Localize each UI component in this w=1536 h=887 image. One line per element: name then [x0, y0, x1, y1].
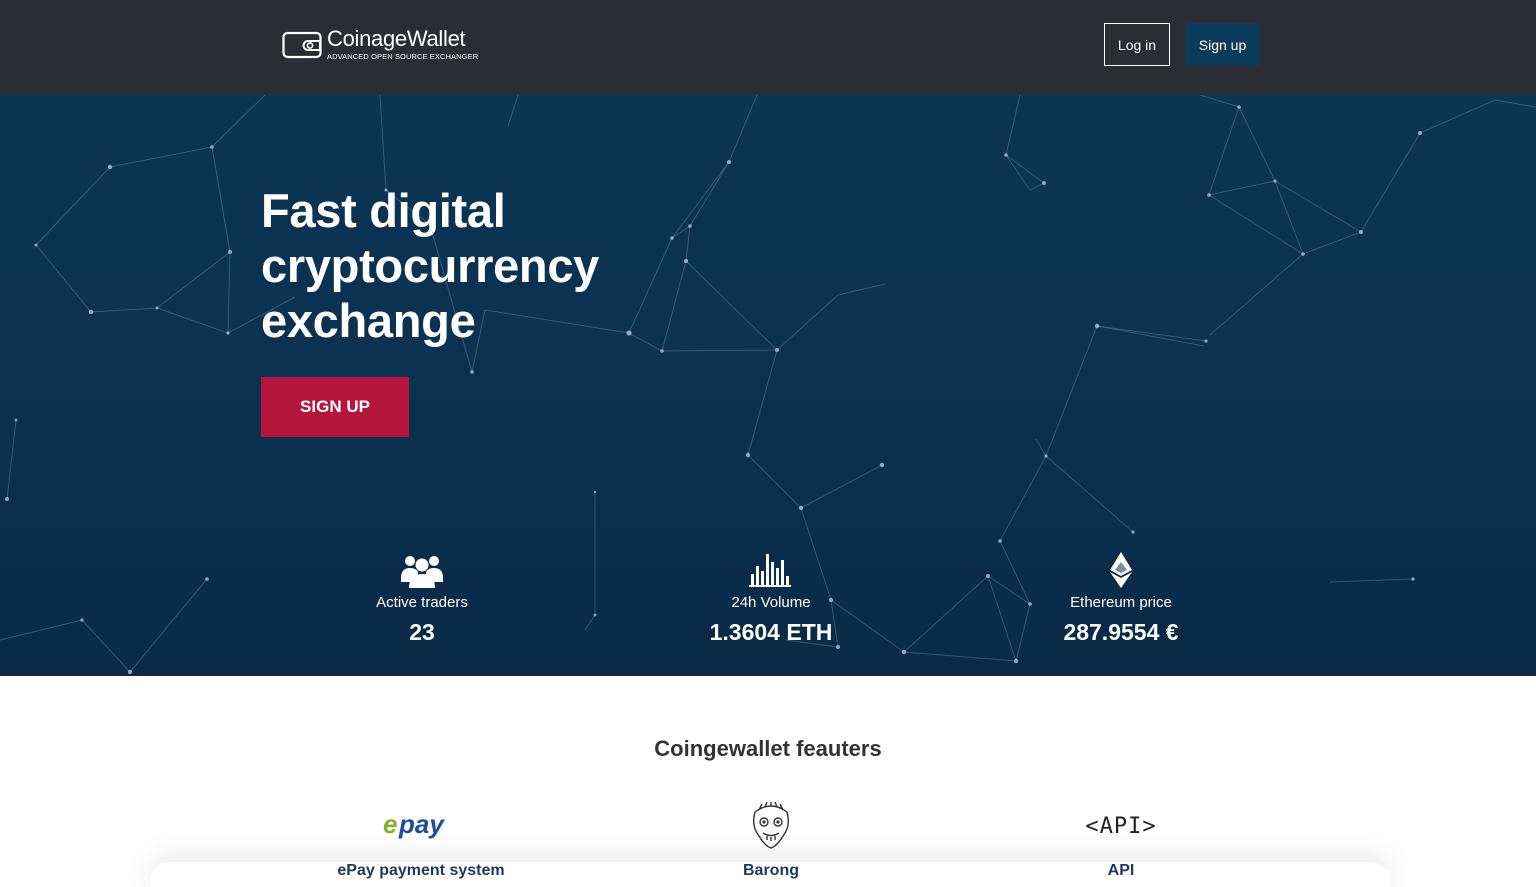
svg-text:pay: pay	[398, 811, 445, 839]
brand-tagline: ADVANCED OPEN SOURCE EXCHANGER	[327, 52, 479, 61]
api-icon: <API>	[991, 800, 1251, 852]
brand-name: CoinageWallet	[327, 26, 466, 51]
svg-text:e: e	[383, 811, 397, 839]
epay-logo-icon: e pay	[291, 800, 551, 852]
hero-signup-button[interactable]: SIGN UP	[261, 377, 409, 437]
features-title: Coingewallet feauters	[654, 736, 882, 761]
hero-title: Fast digital cryptocurrency exchange	[261, 183, 681, 348]
stat-ethereum-price: Ethereum price 287.9554 €	[1001, 550, 1241, 646]
bar-chart-icon	[651, 550, 891, 588]
barong-mask-icon	[641, 800, 901, 852]
stat-value: 23	[409, 619, 435, 645]
users-icon	[302, 550, 542, 588]
brand-logo[interactable]: CoinageWallet ADVANCED OPEN SOURCE EXCHA…	[282, 26, 482, 66]
stat-label: Active traders	[376, 594, 468, 611]
api-logo-text: <API>	[1085, 813, 1157, 839]
stat-value: 287.9554 €	[1063, 619, 1179, 645]
hero-title-line: Fast digital	[261, 184, 506, 237]
login-button[interactable]: Log in	[1104, 23, 1170, 66]
stat-24h-volume: 24h Volume 1.3604 ETH	[651, 550, 891, 646]
hero-title-line: exchange	[261, 294, 476, 347]
stat-active-traders: Active traders 23	[302, 550, 542, 646]
top-navbar: CoinageWallet ADVANCED OPEN SOURCE EXCHA…	[0, 0, 1536, 95]
stat-label: 24h Volume	[731, 594, 811, 611]
ethereum-icon	[1001, 550, 1241, 588]
stat-value: 1.3604 ETH	[709, 619, 833, 645]
hero-title-line: cryptocurrency	[261, 239, 599, 292]
wallet-icon	[282, 31, 322, 59]
hero-section: Fast digital cryptocurrency exchange SIG…	[0, 95, 1536, 676]
signup-button[interactable]: Sign up	[1185, 23, 1260, 66]
stat-label: Ethereum price	[1070, 594, 1172, 611]
card-shadow	[150, 862, 1390, 887]
